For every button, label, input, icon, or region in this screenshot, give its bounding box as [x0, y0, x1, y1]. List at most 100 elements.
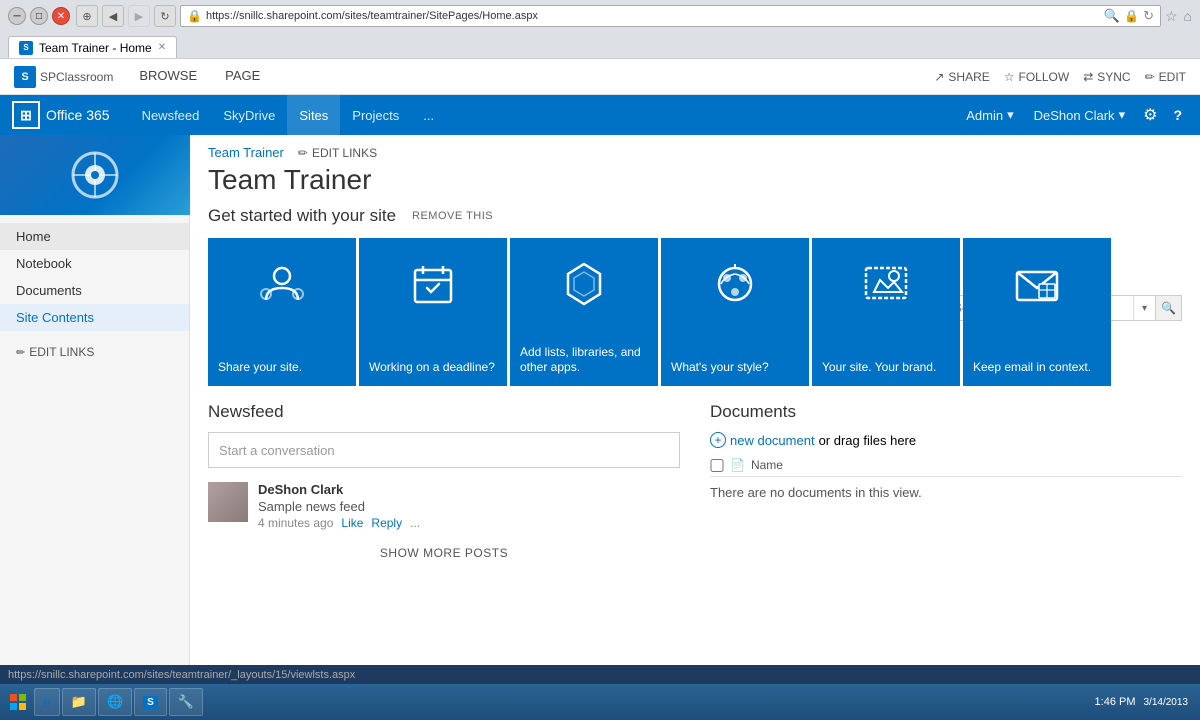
avatar-image — [208, 482, 248, 522]
edit-action[interactable]: ✏ EDIT — [1145, 70, 1186, 84]
favorites-icon[interactable]: ☆ — [1165, 8, 1178, 25]
tab-bar: S Team Trainer - Home ✕ — [0, 32, 1200, 58]
sp-content: Team Trainer ✏ EDIT LINKS Team Trainer ▾… — [190, 135, 1200, 665]
browser-controls: ─ □ ✕ — [8, 7, 70, 25]
show-more-posts-button[interactable]: SHOW MORE POSTS — [208, 546, 680, 560]
user-menu[interactable]: DeShon Clark ▾ — [1026, 107, 1133, 123]
nav-icon[interactable]: ⊕ — [76, 5, 98, 27]
sidebar-item-home[interactable]: Home — [0, 223, 189, 250]
o365-logo-icon: ⊞ — [12, 101, 40, 129]
tile-apps-label: Add lists, libraries, and other apps. — [520, 345, 648, 376]
taskbar-chrome[interactable]: 🌐 — [98, 688, 132, 716]
remove-this-button[interactable]: REMOVE THIS — [412, 210, 493, 222]
tile-share-label: Share your site. — [218, 360, 346, 376]
tile-deadline-label: Working on a deadline? — [369, 360, 497, 376]
browse-tab[interactable]: BROWSE — [125, 59, 211, 95]
tab-favicon: S — [19, 41, 33, 55]
style-tile-icon — [707, 256, 763, 324]
o365-topnav: ⊞ Office 365 Newsfeed SkyDrive Sites Pro… — [0, 95, 1200, 135]
post-time: 4 minutes ago — [258, 516, 333, 530]
maximize-button[interactable]: □ — [30, 7, 48, 25]
tile-style[interactable]: What's your style? — [661, 238, 809, 386]
page-tab[interactable]: PAGE — [211, 59, 274, 95]
sidebar-item-site-contents[interactable]: Site Contents — [0, 304, 189, 331]
settings-icon[interactable]: ⚙ — [1137, 105, 1163, 125]
tiles-container: Share your site. Working on a deadline? — [208, 238, 1182, 386]
sp-favicon: S — [14, 66, 36, 88]
get-started-title: Get started with your site — [208, 206, 396, 226]
nav-projects[interactable]: Projects — [340, 95, 411, 135]
taskbar: e 📁 🌐 S 🔧 1:46 PM 3/14/2013 — [0, 684, 1200, 720]
user-chevron-icon: ▾ — [1119, 107, 1126, 123]
reply-button[interactable]: Reply — [371, 516, 402, 530]
nav-sites[interactable]: Sites — [287, 95, 340, 135]
search-dropdown-icon[interactable]: ▾ — [1133, 296, 1155, 320]
tile-email[interactable]: Keep email in context. — [963, 238, 1111, 386]
sp-main: Home Notebook Documents Site Contents ✏ … — [0, 135, 1200, 665]
address-bar[interactable]: 🔒 https://snillc.sharepoint.com/sites/te… — [180, 5, 1161, 27]
pencil-icon: ✏ — [16, 346, 25, 359]
like-button[interactable]: Like — [341, 516, 363, 530]
get-started-section: Get started with your site REMOVE THIS S… — [190, 206, 1200, 402]
breadcrumb: Team Trainer ✏ EDIT LINKS — [190, 135, 1200, 160]
two-col-section: Newsfeed Start a conversation DeShon Cla… — [190, 402, 1200, 560]
browser-nav: ⊕ ◀ ▶ ↻ 🔒 https://snillc.sharepoint.com/… — [76, 5, 1192, 27]
forward-button[interactable]: ▶ — [128, 5, 150, 27]
taskbar-ie[interactable]: e — [34, 688, 60, 716]
admin-menu[interactable]: Admin ▾ — [958, 107, 1021, 123]
windows-logo-icon — [9, 693, 27, 711]
search-submit-button[interactable]: 🔍 — [1155, 296, 1181, 320]
post-more-button[interactable]: ... — [410, 516, 420, 530]
nav-skydrive[interactable]: SkyDrive — [211, 95, 287, 135]
nav-more[interactable]: ... — [411, 95, 446, 135]
admin-chevron-icon: ▾ — [1007, 107, 1014, 123]
apps-tile-icon — [556, 256, 612, 324]
browser-titlebar: ─ □ ✕ ⊕ ◀ ▶ ↻ 🔒 https://snillc.sharepoin… — [0, 0, 1200, 32]
taskbar-date: 3/14/2013 — [1144, 697, 1189, 708]
sharepoint-logo-svg — [65, 145, 125, 205]
tile-brand[interactable]: Your site. Your brand. — [812, 238, 960, 386]
tile-apps[interactable]: Add lists, libraries, and other apps. — [510, 238, 658, 386]
help-icon[interactable]: ? — [1167, 107, 1188, 123]
taskbar-sp[interactable]: S — [134, 688, 167, 716]
refresh-button[interactable]: ↻ — [154, 5, 176, 27]
sp-ribbon: S SPClassroom BROWSE PAGE ↗ SHARE ☆ FOLL… — [0, 59, 1200, 95]
new-doc-suffix: or drag files here — [819, 433, 917, 448]
site-logo-icon — [65, 145, 125, 205]
refresh-addr-icon: ↻ — [1143, 8, 1154, 24]
ie-taskbar-icon: e — [43, 694, 51, 710]
close-button[interactable]: ✕ — [52, 7, 70, 25]
post-content: DeShon Clark Sample news feed 4 minutes … — [258, 482, 680, 530]
sync-action[interactable]: ⇄ SYNC — [1083, 70, 1130, 84]
o365-logo[interactable]: ⊞ Office 365 — [12, 101, 110, 129]
home-icon[interactable]: ⌂ — [1184, 8, 1192, 24]
sidebar-item-notebook[interactable]: Notebook — [0, 250, 189, 277]
conversation-input[interactable]: Start a conversation — [208, 432, 680, 468]
follow-action[interactable]: ☆ FOLLOW — [1004, 70, 1069, 84]
post-avatar — [208, 482, 248, 522]
taskbar-right: 1:46 PM 3/14/2013 — [1087, 696, 1196, 708]
conversation-placeholder: Start a conversation — [219, 443, 335, 458]
minimize-button[interactable]: ─ — [8, 7, 26, 25]
newsfeed-section: Newsfeed Start a conversation DeShon Cla… — [208, 402, 680, 560]
doc-select-all-checkbox[interactable] — [710, 459, 724, 472]
tab-close-button[interactable]: ✕ — [158, 42, 166, 53]
tile-share[interactable]: Share your site. — [208, 238, 356, 386]
new-document-link[interactable]: new document — [730, 433, 815, 448]
tile-deadline[interactable]: Working on a deadline? — [359, 238, 507, 386]
share-action[interactable]: ↗ SHARE — [934, 70, 989, 84]
sidebar-edit-links[interactable]: ✏ EDIT LINKS — [0, 339, 189, 365]
sidebar-item-documents[interactable]: Documents — [0, 277, 189, 304]
taskbar-app5[interactable]: 🔧 — [169, 688, 203, 716]
sp-header-area: Team Trainer ✏ EDIT LINKS Team Trainer ▾… — [190, 135, 1200, 206]
tile-brand-label: Your site. Your brand. — [822, 360, 950, 376]
browser-tab[interactable]: S Team Trainer - Home ✕ — [8, 36, 177, 58]
back-button[interactable]: ◀ — [102, 5, 124, 27]
nav-newsfeed[interactable]: Newsfeed — [130, 95, 212, 135]
follow-icon: ☆ — [1004, 70, 1015, 84]
start-button[interactable] — [4, 688, 32, 716]
breadcrumb-edit-links[interactable]: ✏ EDIT LINKS — [298, 146, 377, 160]
taskbar-explorer[interactable]: 📁 — [62, 688, 96, 716]
breadcrumb-link[interactable]: Team Trainer — [208, 145, 284, 160]
browser-icons-right: ☆ ⌂ — [1165, 8, 1192, 25]
